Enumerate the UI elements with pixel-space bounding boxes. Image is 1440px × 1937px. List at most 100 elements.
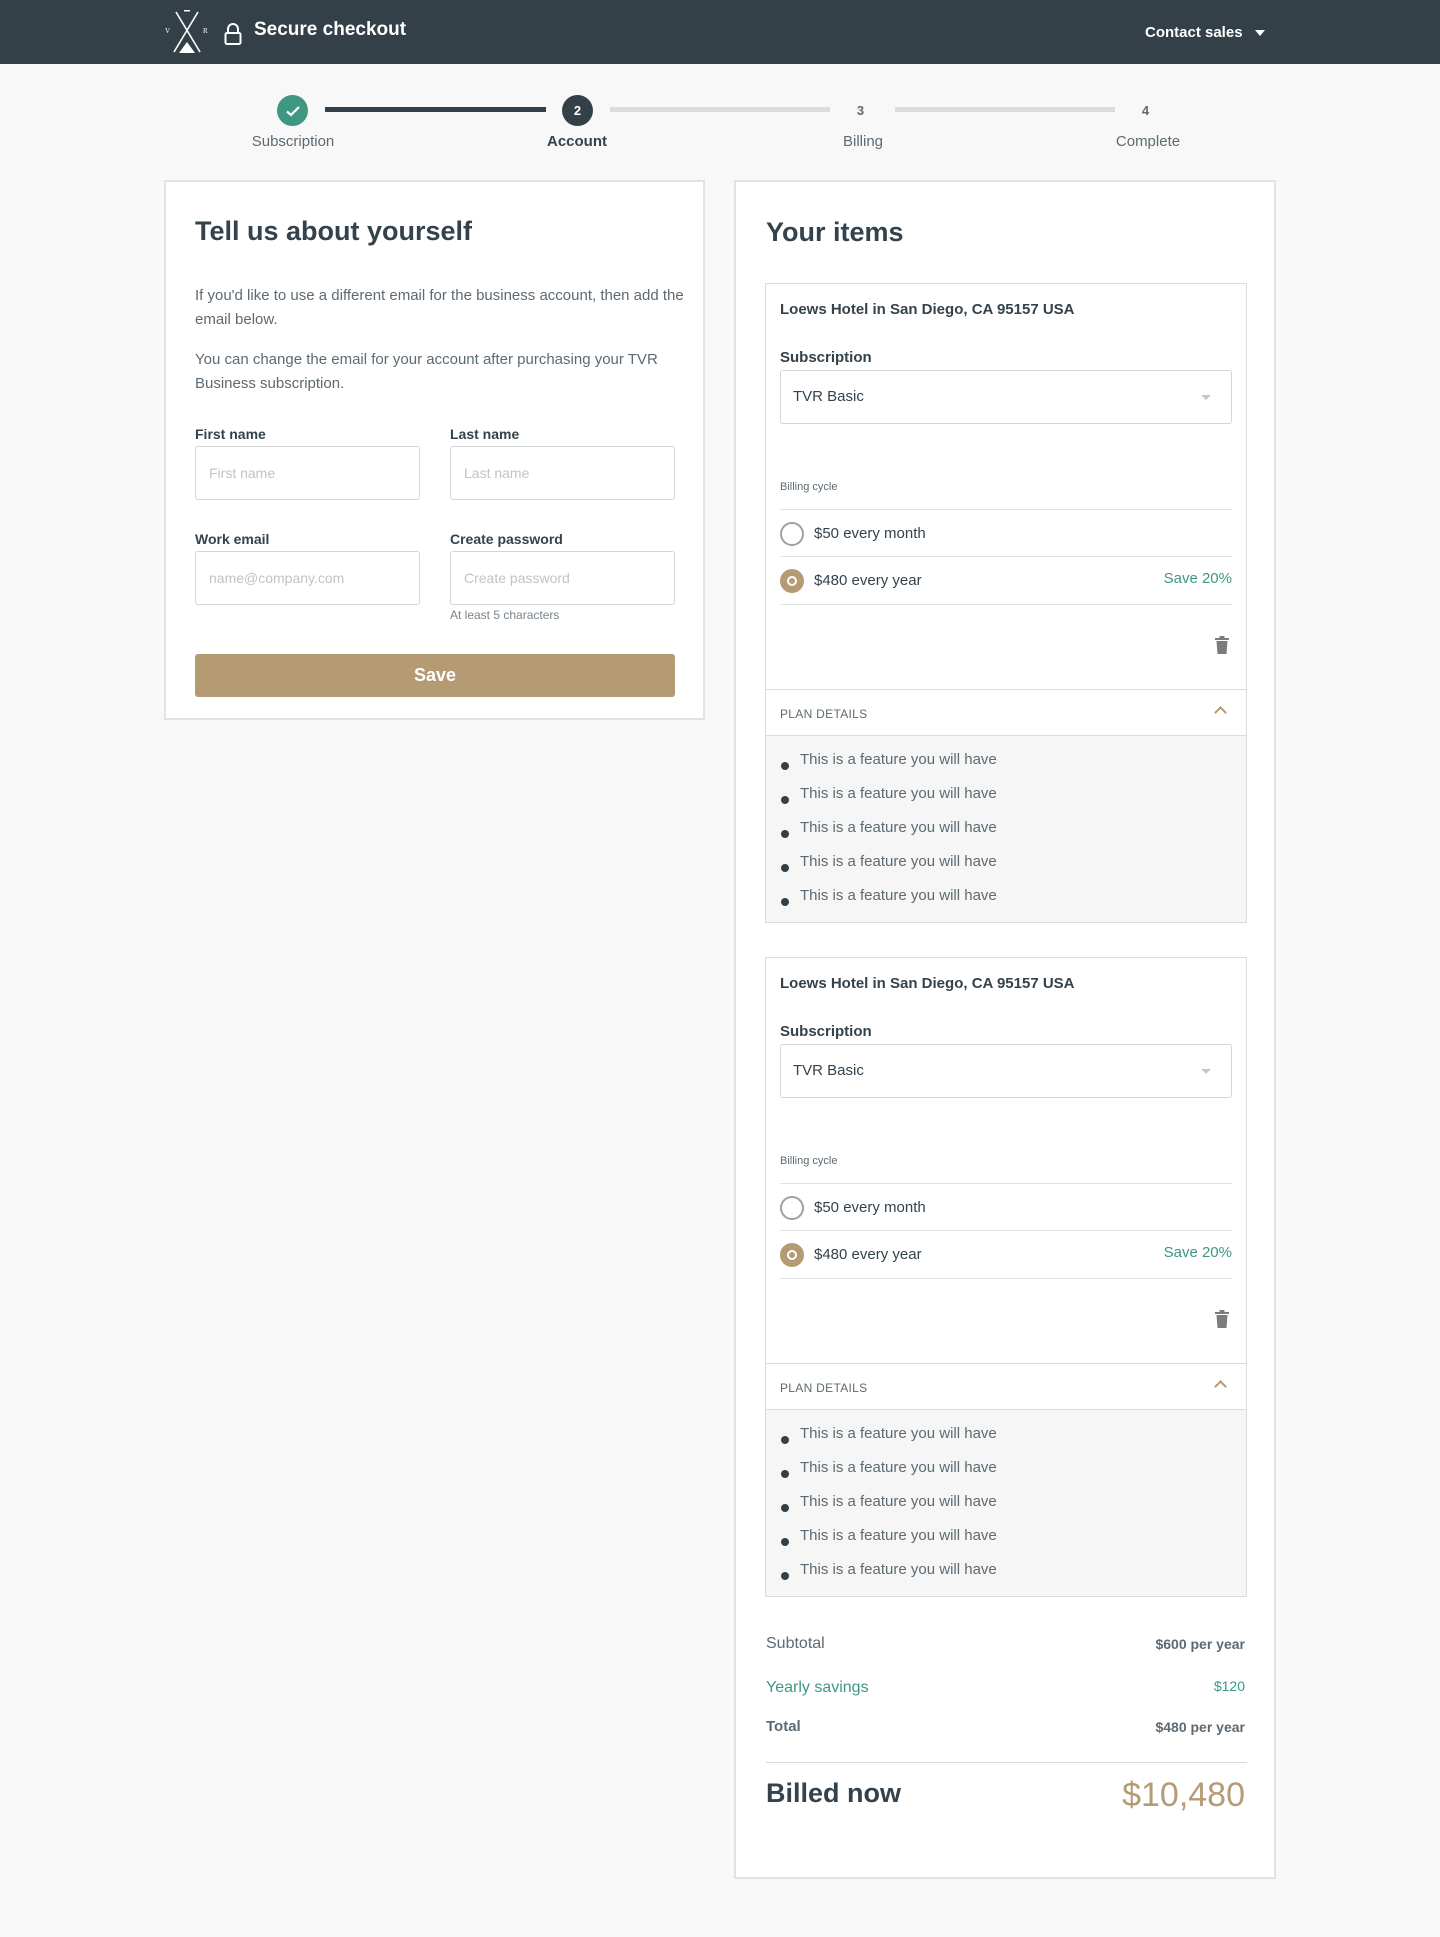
- savings-badge: Save 20%: [1163, 1244, 1232, 1261]
- save-button[interactable]: Save: [195, 654, 675, 697]
- bullet-icon: [781, 830, 789, 838]
- plan-details-label: PLAN DETAILS: [780, 707, 868, 721]
- intro-text: If you'd like to use a different email f…: [195, 287, 684, 328]
- feature-item: This is a feature you will have: [800, 819, 997, 836]
- chevron-down-icon: [1201, 395, 1211, 400]
- work-email-input[interactable]: [195, 551, 420, 605]
- last-name-label: Last name: [450, 426, 520, 442]
- bullet-icon: [781, 898, 789, 906]
- bullet-icon: [781, 1538, 789, 1546]
- billing-option-label: $50 every month: [814, 525, 926, 542]
- savings-badge: Save 20%: [1163, 570, 1232, 587]
- feature-item: This is a feature you will have: [800, 887, 997, 904]
- billed-now-value: $10,480: [1122, 1776, 1245, 1814]
- lock-icon: [224, 23, 242, 45]
- items-title: Your items: [766, 217, 904, 247]
- item-card: Loews Hotel in San Diego, CA 95157 USA S…: [765, 283, 1247, 923]
- plan-details-toggle[interactable]: PLAN DETAILS: [766, 689, 1246, 736]
- step-label-account: Account: [547, 133, 607, 150]
- subscription-select-value: TVR Basic: [793, 1062, 864, 1079]
- contact-sales-dropdown[interactable]: Contact sales: [1145, 24, 1265, 41]
- bullet-icon: [781, 1572, 789, 1580]
- subscription-label: Subscription: [780, 1023, 872, 1040]
- feature-item: This is a feature you will have: [800, 853, 997, 870]
- step-2-number: 2: [562, 95, 593, 126]
- plan-details-label: PLAN DETAILS: [780, 1381, 868, 1395]
- step-1-complete[interactable]: [277, 95, 308, 126]
- feature-item: This is a feature you will have: [800, 1425, 997, 1442]
- create-password-input[interactable]: [450, 551, 675, 605]
- bullet-icon: [781, 762, 789, 770]
- password-hint: At least 5 characters: [450, 608, 560, 622]
- total-label: Total: [766, 1718, 801, 1735]
- chevron-down-icon: [1201, 1069, 1211, 1074]
- billing-option-monthly[interactable]: $50 every month: [780, 1183, 1232, 1230]
- step-label-subscription[interactable]: Subscription: [213, 133, 373, 150]
- bullet-icon: [781, 1470, 789, 1478]
- tvr-logo[interactable]: V R: [164, 10, 210, 54]
- divider: [766, 1762, 1247, 1763]
- items-card: Your items Loews Hotel in San Diego, CA …: [734, 180, 1276, 1879]
- feature-item: This is a feature you will have: [800, 1561, 997, 1578]
- feature-item: This is a feature you will have: [800, 785, 997, 802]
- feature-item: This is a feature you will have: [800, 1527, 997, 1544]
- chevron-up-icon: [1214, 706, 1227, 719]
- bullet-icon: [781, 796, 789, 804]
- last-name-input[interactable]: [450, 446, 675, 500]
- step-label-complete: Complete: [1115, 133, 1181, 150]
- page-title: Secure checkout: [254, 19, 407, 40]
- billing-option-yearly[interactable]: $480 every year Save 20%: [780, 1230, 1232, 1279]
- account-form-card: Tell us about yourself If you'd like to …: [164, 180, 705, 720]
- account-form-title: Tell us about yourself: [195, 216, 473, 246]
- chevron-up-icon: [1214, 1380, 1227, 1393]
- step-3-number: 3: [856, 103, 865, 118]
- work-email-label: Work email: [195, 531, 270, 547]
- item-address: Loews Hotel in San Diego, CA 95157 USA: [780, 301, 1075, 318]
- subscription-select[interactable]: TVR Basic: [780, 1044, 1232, 1098]
- radio-unchecked[interactable]: [780, 1196, 804, 1220]
- bullet-icon: [781, 1436, 789, 1444]
- contact-sales-label: Contact sales: [1145, 24, 1243, 41]
- billing-option-yearly[interactable]: $480 every year Save 20%: [780, 556, 1232, 605]
- top-bar: V R Secure checkout Contact sales: [0, 0, 1440, 64]
- logo-letter-r: R: [203, 27, 208, 35]
- plan-details-list: This is a feature you will have This is …: [766, 736, 1246, 922]
- billing-option-monthly[interactable]: $50 every month: [780, 509, 1232, 556]
- bullet-icon: [781, 864, 789, 872]
- step-label-billing: Billing: [842, 133, 884, 150]
- radio-unchecked[interactable]: [780, 522, 804, 546]
- radio-checked[interactable]: [780, 569, 804, 593]
- bullet-icon: [781, 1504, 789, 1512]
- feature-item: This is a feature you will have: [800, 751, 997, 768]
- first-name-label: First name: [195, 426, 266, 442]
- intro-text: You can change the email for your accoun…: [195, 351, 658, 392]
- billing-option-label: $50 every month: [814, 1199, 926, 1216]
- step-4-number: 4: [1141, 103, 1150, 118]
- yearly-savings-value: $120: [1213, 1678, 1245, 1694]
- stepper-line-complete: [325, 107, 546, 112]
- feature-item: This is a feature you will have: [800, 1493, 997, 1510]
- create-password-label: Create password: [450, 531, 563, 547]
- billing-cycle-label: Billing cycle: [780, 1155, 838, 1167]
- trash-icon[interactable]: [1215, 636, 1229, 654]
- subtotal-label: Subtotal: [766, 1635, 825, 1652]
- subtotal-value: $600 per year: [1155, 1636, 1245, 1652]
- plan-details-toggle[interactable]: PLAN DETAILS: [766, 1363, 1246, 1410]
- subscription-select[interactable]: TVR Basic: [780, 370, 1232, 424]
- radio-checked[interactable]: [780, 1243, 804, 1267]
- stepper-line-pending: [610, 107, 830, 112]
- billing-option-label: $480 every year: [814, 572, 922, 589]
- total-value: $480 per year: [1155, 1719, 1245, 1735]
- subscription-select-value: TVR Basic: [793, 388, 864, 405]
- feature-item: This is a feature you will have: [800, 1459, 997, 1476]
- first-name-input[interactable]: [195, 446, 420, 500]
- billed-now-label: Billed now: [766, 1778, 901, 1808]
- logo-letter-v: V: [165, 27, 170, 35]
- subscription-label: Subscription: [780, 349, 872, 366]
- trash-icon[interactable]: [1215, 1310, 1229, 1328]
- item-address: Loews Hotel in San Diego, CA 95157 USA: [780, 975, 1075, 992]
- plan-details-list: This is a feature you will have This is …: [766, 1410, 1246, 1596]
- stepper-line-pending: [895, 107, 1115, 112]
- item-card: Loews Hotel in San Diego, CA 95157 USA S…: [765, 957, 1247, 1597]
- billing-option-label: $480 every year: [814, 1246, 922, 1263]
